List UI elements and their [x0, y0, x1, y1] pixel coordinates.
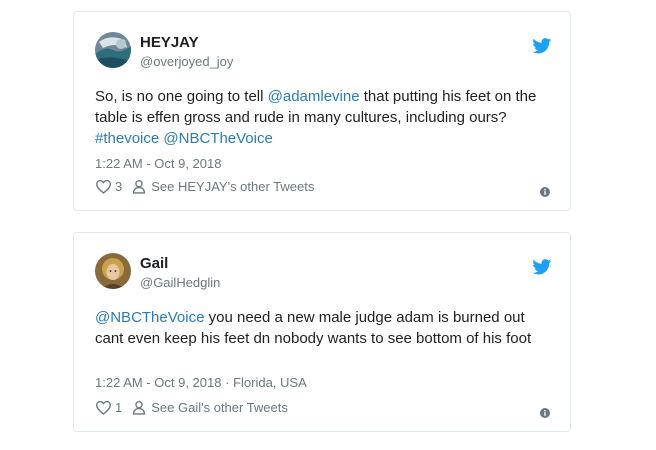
like-button[interactable]: 3	[95, 179, 132, 194]
tweet-text: @NBCTheVoice you need a new male judge a…	[95, 307, 555, 349]
tweet-actions: 1 See Gail's other Tweets	[95, 400, 288, 415]
location-link[interactable]: Florida, USA	[233, 375, 307, 390]
like-count: 3	[115, 179, 123, 194]
twitter-bird-icon[interactable]	[532, 259, 552, 275]
timestamp-link[interactable]: 1:22 AM - Oct 9, 2018	[95, 156, 221, 171]
tweet-actions: 3 See HEYJAY's other Tweets	[95, 179, 314, 194]
timestamp-link[interactable]: 1:22 AM - Oct 9, 2018	[95, 375, 221, 390]
display-name[interactable]: HEYJAY	[140, 34, 199, 51]
display-name[interactable]: Gail	[140, 255, 168, 272]
avatar[interactable]	[95, 253, 131, 289]
other-tweets-label: See HEYJAY's other Tweets	[151, 179, 315, 194]
twitter-bird-icon[interactable]	[532, 38, 552, 54]
tweet-meta: 1:22 AM - Oct 9, 2018 · Florida, USA	[95, 375, 307, 390]
tweet-text: So, is no one going to tell @adamlevine …	[95, 86, 555, 149]
like-button[interactable]: 1	[95, 400, 132, 415]
mention-link[interactable]: @NBCTheVoice	[163, 130, 272, 147]
person-icon	[132, 400, 146, 415]
other-tweets-label: See Gail's other Tweets	[151, 400, 288, 415]
other-tweets-link[interactable]: See HEYJAY's other Tweets	[132, 179, 314, 194]
mention-link[interactable]: @NBCTheVoice	[95, 309, 204, 326]
tweet-card: HEYJAY @overjoyed_joy So, is no one goin…	[73, 11, 571, 211]
person-icon	[132, 179, 146, 194]
info-icon[interactable]	[540, 184, 550, 197]
tweet-meta: 1:22 AM - Oct 9, 2018	[95, 156, 221, 171]
avatar[interactable]	[95, 32, 131, 68]
mention-link[interactable]: @adamlevine	[268, 88, 360, 105]
like-count: 1	[115, 400, 123, 415]
hashtag-link[interactable]: #thevoice	[95, 130, 159, 147]
heart-icon	[95, 400, 112, 415]
user-handle[interactable]: @overjoyed_joy	[140, 54, 233, 69]
tweet-card: Gail @GailHedglin @NBCTheVoice you need …	[73, 232, 571, 432]
meta-separator: ·	[225, 375, 230, 390]
heart-icon	[95, 179, 112, 194]
text-segment: So, is no one going to tell	[95, 88, 268, 105]
user-handle[interactable]: @GailHedglin	[140, 275, 220, 290]
other-tweets-link[interactable]: See Gail's other Tweets	[132, 400, 288, 415]
info-icon[interactable]	[540, 405, 550, 418]
